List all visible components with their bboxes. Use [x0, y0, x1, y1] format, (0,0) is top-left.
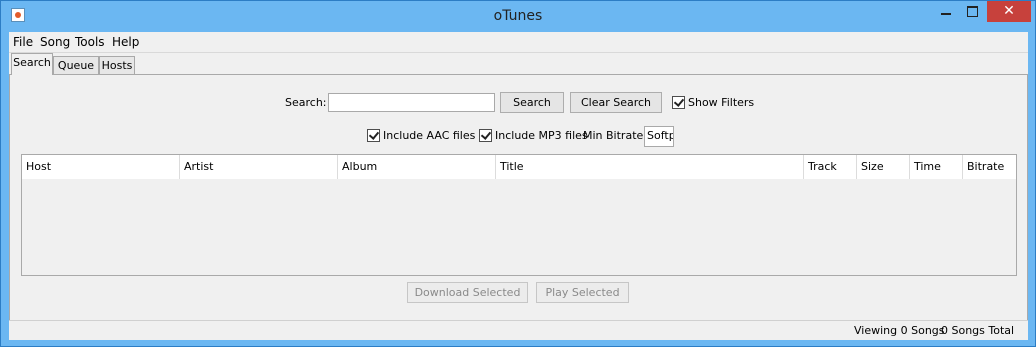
client-area: File Song Tools Help Search Queue Hosts … — [9, 32, 1028, 340]
column-track[interactable]: Track — [804, 155, 857, 179]
search-button[interactable]: Search — [500, 92, 564, 113]
app-window: oTunes ✕ File Song Tools Help Search Que… — [0, 0, 1036, 347]
tab-hosts[interactable]: Hosts — [99, 56, 135, 74]
close-button[interactable]: ✕ — [987, 1, 1031, 22]
column-artist[interactable]: Artist — [180, 155, 338, 179]
window-title: oTunes — [493, 8, 543, 24]
min-bitrate-input[interactable]: Softp — [644, 126, 674, 147]
search-input[interactable] — [328, 93, 495, 112]
title-bar[interactable]: oTunes ✕ — [1, 1, 1035, 32]
include-aac-checkbox[interactable] — [367, 129, 380, 142]
clear-search-button[interactable]: Clear Search — [570, 92, 662, 113]
download-selected-button[interactable]: Download Selected — [407, 282, 528, 303]
search-label: Search: — [285, 96, 327, 109]
column-size[interactable]: Size — [857, 155, 910, 179]
maximize-button[interactable] — [959, 1, 985, 22]
column-time[interactable]: Time — [910, 155, 963, 179]
min-bitrate-label: Min Bitrate: — [583, 129, 647, 142]
include-mp3-checkbox[interactable] — [479, 129, 492, 142]
table-header: Host Artist Album Title Track Size Time … — [22, 155, 1016, 179]
show-filters-label: Show Filters — [688, 96, 755, 109]
menu-help[interactable]: Help — [112, 35, 139, 49]
results-table[interactable]: Host Artist Album Title Track Size Time … — [21, 154, 1017, 276]
viewing-count: Viewing 0 Songs — [854, 324, 945, 337]
menu-tools[interactable]: Tools — [75, 35, 105, 49]
include-mp3-label: Include MP3 files — [495, 129, 588, 142]
column-title[interactable]: Title — [496, 155, 804, 179]
minimize-button[interactable] — [933, 1, 959, 22]
tab-search[interactable]: Search — [11, 53, 53, 75]
search-panel: Search: Search Clear Search Show Filters… — [9, 74, 1028, 322]
play-selected-button[interactable]: Play Selected — [536, 282, 629, 303]
menu-bar: File Song Tools Help — [9, 32, 1028, 53]
total-count: 0 Songs Total — [941, 324, 1015, 337]
tab-queue[interactable]: Queue — [53, 56, 99, 74]
column-bitrate[interactable]: Bitrate — [963, 155, 1016, 179]
menu-song[interactable]: Song — [40, 35, 70, 49]
menu-file[interactable]: File — [13, 35, 33, 49]
status-bar: Viewing 0 Songs 0 Songs Total — [9, 320, 1028, 340]
column-host[interactable]: Host — [22, 155, 180, 179]
include-aac-label: Include AAC files — [383, 129, 476, 142]
show-filters-checkbox[interactable] — [672, 96, 685, 109]
column-album[interactable]: Album — [338, 155, 496, 179]
